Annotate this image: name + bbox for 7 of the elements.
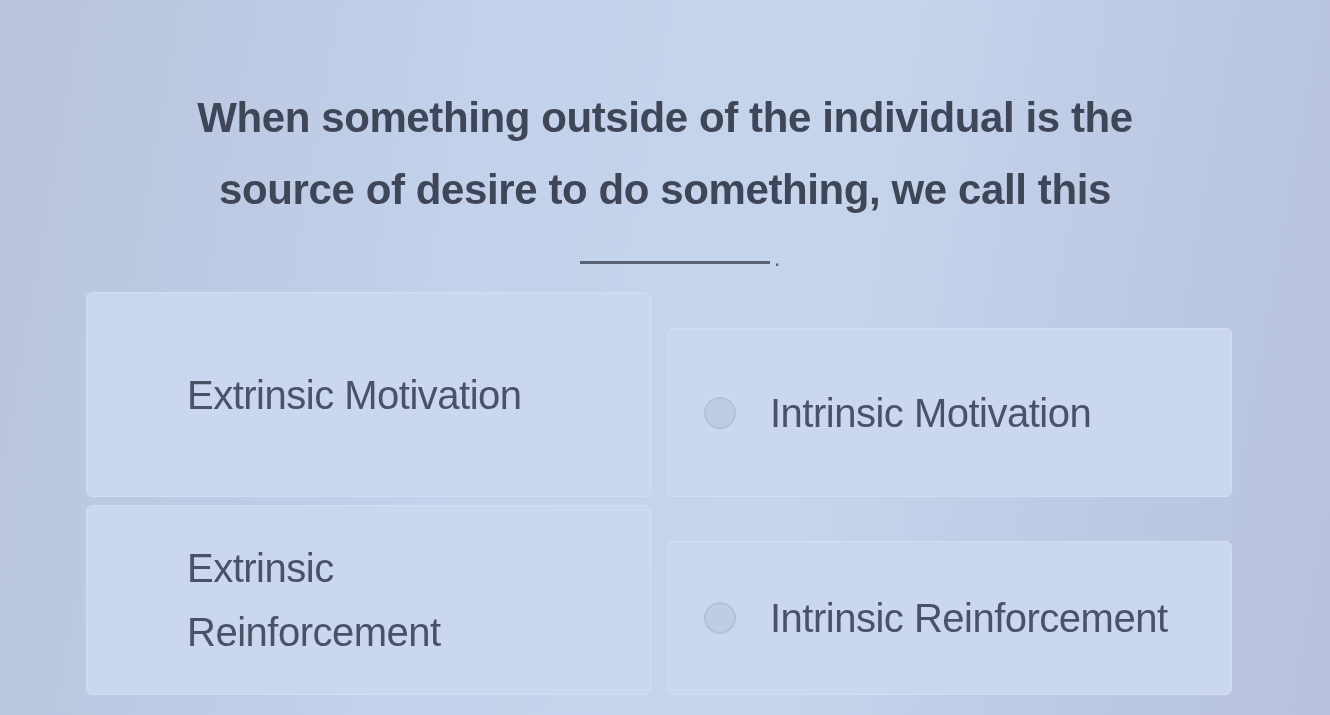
- answer-option[interactable]: Extrinsic Reinforcement: [86, 505, 651, 695]
- answer-option[interactable]: Intrinsic Motivation: [667, 328, 1232, 497]
- answer-option[interactable]: Intrinsic Reinforcement: [667, 541, 1232, 695]
- answer-option[interactable]: Extrinsic Motivation: [86, 292, 651, 497]
- question-text: When something outside of the individual is the source of desire to do something, we call this: [196, 93, 1134, 215]
- fill-in-line[interactable]: [579, 261, 770, 264]
- question-punctuation: .: [773, 246, 781, 270]
